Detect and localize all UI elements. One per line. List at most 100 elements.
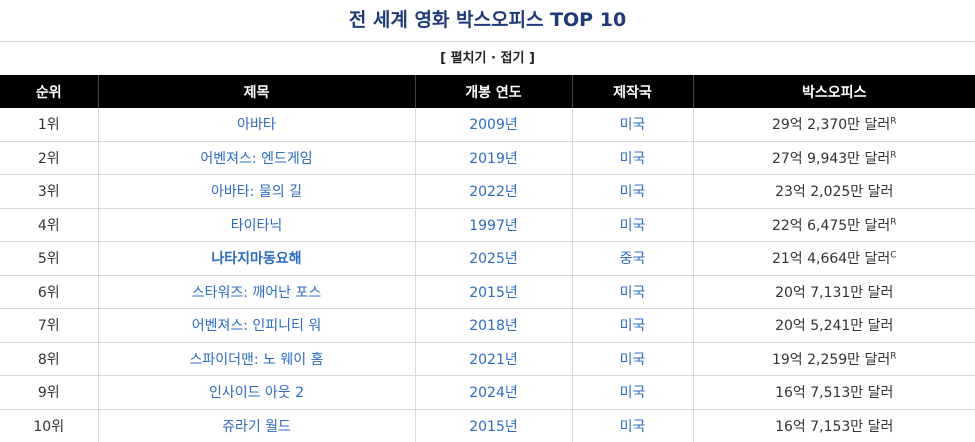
country-cell: 미국: [571, 207, 693, 242]
gross-text: 16억 7,153만 달러: [775, 418, 894, 435]
rank-cell: 3위: [0, 174, 98, 208]
header-rank: 순위: [0, 75, 98, 108]
country-cell: 미국: [571, 274, 693, 309]
expand-link[interactable]: 펼치기: [451, 51, 487, 66]
gross-cell: 16억 7,513만 달러: [692, 375, 975, 409]
gross-cell: 20억 7,131만 달러: [692, 274, 975, 309]
country-cell: 미국: [571, 140, 693, 175]
country-cell: 미국: [571, 108, 693, 141]
country-link[interactable]: 미국: [620, 419, 646, 435]
box-office-table: 순위 제목 개봉 연도 제작국 박스오피스 1위 아바타 2009년 미국 29억 2,…: [0, 75, 975, 442]
header-gross: 박스오피스: [692, 75, 975, 108]
title-cell: 아바타: [97, 108, 415, 141]
movie-title-link[interactable]: 타이타닉: [231, 218, 283, 234]
release-year-link[interactable]: 2021년: [469, 352, 518, 368]
country-link[interactable]: 중국: [620, 251, 646, 267]
year-cell: 1997년: [414, 207, 572, 242]
rank-cell: 5위: [0, 241, 98, 275]
gross-text: 29억 2,370만 달러: [771, 117, 891, 134]
release-year-link[interactable]: 2019년: [469, 151, 518, 167]
country-link[interactable]: 미국: [620, 318, 646, 334]
release-year-link[interactable]: 2009년: [469, 117, 518, 133]
movie-title-link[interactable]: 아바타: [237, 117, 276, 133]
gross-text: 19억 2,259만 달러: [771, 351, 891, 368]
table-row: 1위 아바타 2009년 미국 29억 2,370만 달러R: [0, 108, 975, 141]
rank-text: 7위: [37, 318, 60, 335]
title-cell: 어벤져스: 인피니티 워: [97, 308, 415, 342]
release-year-link[interactable]: 2015년: [469, 419, 518, 435]
table-row: 5위 나타지마동요해 2025년 중국 21억 4,664만 달러C: [0, 241, 975, 275]
gross-text: 16억 7,513만 달러: [775, 385, 894, 402]
table-body: 1위 아바타 2009년 미국 29억 2,370만 달러R 2위 어벤져스: 엔드게임 20…: [0, 108, 975, 442]
rank-cell: 9위: [0, 375, 98, 409]
movie-title-link[interactable]: 나타지마동요해: [211, 251, 301, 267]
header-year: 개봉 연도: [414, 75, 572, 108]
release-year-link[interactable]: 2018년: [469, 318, 518, 334]
table-row: 10위 쥬라기 월드 2015년 미국 16억 7,153만 달러: [0, 408, 975, 442]
movie-title-link[interactable]: 어벤져스: 인피니티 워: [192, 318, 322, 334]
year-cell: 2021년: [414, 341, 572, 376]
rank-cell: 6위: [0, 274, 98, 309]
release-year-link[interactable]: 1997년: [469, 218, 518, 234]
movie-title-link[interactable]: 쥬라기 월드: [222, 419, 291, 435]
record-mark: R: [890, 217, 897, 228]
toggle-close-bracket: ]: [528, 51, 535, 66]
title-cell: 타이타닉: [97, 207, 415, 242]
country-cell: 미국: [571, 308, 693, 342]
gross-cell: 29억 2,370만 달러R: [692, 108, 975, 141]
header-title: 제목: [97, 75, 415, 108]
collapse-link[interactable]: 접기: [500, 51, 524, 66]
country-link[interactable]: 미국: [620, 184, 646, 200]
year-cell: 2019년: [414, 140, 572, 175]
release-year-link[interactable]: 2022년: [469, 184, 518, 200]
table-row: 7위 어벤져스: 인피니티 워 2018년 미국 20억 5,241만 달러: [0, 308, 975, 342]
country-cell: 미국: [571, 174, 693, 208]
title-cell: 나타지마동요해: [97, 241, 415, 275]
year-cell: 2015년: [414, 408, 572, 442]
country-link[interactable]: 미국: [620, 117, 646, 133]
gross-cell: 22억 6,475만 달러R: [692, 207, 975, 242]
table-row: 8위 스파이더맨: 노 웨이 홈 2021년 미국 19억 2,259만 달러R: [0, 341, 975, 376]
movie-title-link[interactable]: 인사이드 아웃 2: [209, 385, 304, 401]
country-link[interactable]: 미국: [620, 385, 646, 401]
movie-title-link[interactable]: 스파이더맨: 노 웨이 홈: [190, 352, 324, 368]
movie-title-link[interactable]: 어벤져스: 엔드게임: [200, 151, 312, 167]
gross-text: 20억 7,131만 달러: [775, 284, 894, 301]
rank-text: 1위: [37, 117, 60, 134]
record-mark: R: [890, 116, 897, 127]
table-row: 4위 타이타닉 1997년 미국 22억 6,475만 달러R: [0, 207, 975, 242]
rank-text: 2위: [37, 150, 60, 167]
panel-title: 전 세계 영화 박스오피스 TOP 10: [0, 0, 975, 42]
year-cell: 2009년: [414, 108, 572, 141]
table-row: 9위 인사이드 아웃 2 2024년 미국 16억 7,513만 달러: [0, 375, 975, 409]
gross-text: 20억 5,241만 달러: [775, 318, 894, 335]
country-cell: 미국: [571, 375, 693, 409]
gross-text: 22억 6,475만 달러: [771, 217, 891, 234]
year-cell: 2018년: [414, 308, 572, 342]
country-link[interactable]: 미국: [620, 285, 646, 301]
rank-cell: 1위: [0, 108, 98, 141]
gross-text: 23억 2,025만 달러: [775, 184, 894, 201]
rank-cell: 8위: [0, 341, 98, 376]
header-country: 제작국: [571, 75, 693, 108]
gross-cell: 16억 7,153만 달러: [692, 408, 975, 442]
release-year-link[interactable]: 2025년: [469, 251, 518, 267]
release-year-link[interactable]: 2024년: [469, 385, 518, 401]
country-link[interactable]: 미국: [620, 352, 646, 368]
country-link[interactable]: 미국: [620, 218, 646, 234]
table-row: 6위 스타워즈: 깨어난 포스 2015년 미국 20억 7,131만 달러: [0, 274, 975, 309]
toggle-separator: ·: [491, 51, 496, 66]
rank-text: 10위: [33, 418, 65, 435]
box-office-panel: 전 세계 영화 박스오피스 TOP 10 [ 펼치기 · 접기 ] 순위 제목 …: [0, 0, 975, 442]
movie-title-link[interactable]: 스타워즈: 깨어난 포스: [192, 285, 322, 301]
rank-text: 8위: [37, 351, 60, 368]
country-link[interactable]: 미국: [620, 151, 646, 167]
year-cell: 2015년: [414, 274, 572, 309]
release-year-link[interactable]: 2015년: [469, 285, 518, 301]
country-cell: 미국: [571, 341, 693, 376]
rank-cell: 4위: [0, 207, 98, 242]
movie-title-link[interactable]: 아바타: 물의 길: [211, 184, 302, 200]
rank-text: 6위: [37, 284, 60, 301]
rank-text: 3위: [37, 184, 60, 201]
title-cell: 쥬라기 월드: [97, 408, 415, 442]
